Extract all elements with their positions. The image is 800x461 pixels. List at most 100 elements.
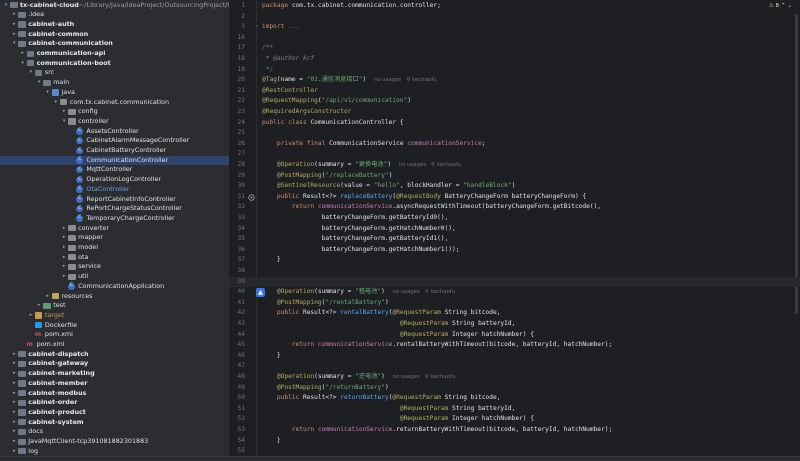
chevron-right-icon[interactable]: ▸ bbox=[61, 243, 67, 253]
tree-item[interactable]: ▸ service bbox=[0, 262, 229, 272]
chevron-right-icon[interactable]: ▸ bbox=[36, 301, 42, 311]
tree-item[interactable]: C OperationLogController bbox=[0, 175, 229, 185]
code-line[interactable]: 36 batteryChangeForm.getHatchNumber1()); bbox=[229, 245, 800, 256]
tree-item[interactable]: ▸ cabinet-gateway bbox=[0, 359, 229, 369]
code-line[interactable]: 52 @RequestParam Integer hatchNumber) { bbox=[229, 414, 800, 425]
code-line[interactable]: 42 public Result<?> rentalBattery(@Reque… bbox=[229, 308, 800, 319]
code-line[interactable]: 20 @Tag(name = "02.通信消息接口") no usages ⚲ k… bbox=[229, 75, 800, 86]
chevron-down-icon[interactable]: ▾ bbox=[61, 117, 67, 127]
tree-item[interactable]: ▾ communication-boot bbox=[0, 59, 229, 69]
chevron-down-icon[interactable]: ▾ bbox=[20, 59, 26, 69]
chevron-right-icon[interactable]: ▸ bbox=[11, 350, 17, 360]
tree-item[interactable]: ▸ cabinet-marketing bbox=[0, 369, 229, 379]
chevron-right-icon[interactable]: ▸ bbox=[61, 253, 67, 263]
tree-item[interactable]: ▸ cabinet-system bbox=[0, 418, 229, 428]
tree-item[interactable]: ▸ ota bbox=[0, 253, 229, 263]
tree-item[interactable]: C CabinetBatteryController bbox=[0, 146, 229, 156]
code-line[interactable]: 30 @SentinelResource(value = "hello", bl… bbox=[229, 181, 800, 192]
chevron-right-icon[interactable]: ▸ bbox=[61, 272, 67, 282]
tree-item[interactable]: ▸ model bbox=[0, 243, 229, 253]
code-line[interactable]: 16 bbox=[229, 33, 800, 44]
chevron-right-icon[interactable]: ▸ bbox=[11, 10, 17, 20]
tree-item[interactable]: C CabinetAlarmMessageController bbox=[0, 136, 229, 146]
tree-item[interactable]: ▸ cabinet-member bbox=[0, 379, 229, 389]
chevron-right-icon[interactable]: ▸ bbox=[11, 389, 17, 399]
code-line[interactable]: 35 batteryChangeForm.getBatteryId1(), bbox=[229, 234, 800, 245]
chevron-down-icon[interactable]: ▾ bbox=[45, 88, 51, 98]
chevron-right-icon[interactable]: ▸ bbox=[11, 398, 17, 408]
chevron-right-icon[interactable]: ▸ bbox=[61, 233, 67, 243]
tree-item[interactable]: ▸ JavaMqttClient-tcp391081882301883 bbox=[0, 437, 229, 447]
chevron-right-icon[interactable]: ▸ bbox=[11, 418, 17, 428]
chevron-down-icon[interactable]: ▾ bbox=[3, 1, 9, 11]
chevron-right-icon[interactable]: ▸ bbox=[11, 359, 17, 369]
code-line[interactable]: 28 @Operation(summary = "更换电池") no usage… bbox=[229, 160, 800, 171]
tree-item[interactable]: ▸ .idea bbox=[0, 10, 229, 20]
code-line[interactable]: 53 return communicationService.returnBat… bbox=[229, 425, 800, 436]
chevron-down-icon[interactable]: ▾ bbox=[53, 98, 59, 108]
tree-item[interactable]: ▸ converter bbox=[0, 224, 229, 234]
tree-item[interactable]: ▸ config bbox=[0, 107, 229, 117]
code-line[interactable]: 48 @Operation(summary = "还电池") no usages… bbox=[229, 372, 800, 383]
chevron-right-icon[interactable]: ▸ bbox=[61, 262, 67, 272]
code-line[interactable]: 49 @PostMapping("/returnBattery") bbox=[229, 383, 800, 394]
code-line[interactable]: 40 @Operation(summary = "租电池") no usages… bbox=[229, 287, 800, 298]
code-line[interactable]: 33 batteryChangeForm.getBatteryId0(), bbox=[229, 213, 800, 224]
tree-item[interactable]: ▸ test bbox=[0, 301, 229, 311]
tree-item[interactable]: ▾ controller bbox=[0, 117, 229, 127]
code-line[interactable]: 21 @RestController bbox=[229, 86, 800, 97]
tree-item[interactable]: ▾ src bbox=[0, 68, 229, 78]
code-line[interactable]: 19 */ bbox=[229, 65, 800, 76]
chevron-down-icon[interactable]: ▾ bbox=[11, 39, 17, 49]
tree-item[interactable]: ▾ main bbox=[0, 78, 229, 88]
code-line[interactable]: 39 bbox=[229, 276, 800, 288]
code-line[interactable]: 22 @RequestMapping("/api/v1/communication… bbox=[229, 96, 800, 107]
code-line[interactable]: 18 * @author kcf bbox=[229, 54, 800, 65]
code-line[interactable]: 32 return communicationService.asyncRequ… bbox=[229, 202, 800, 213]
tree-item[interactable]: C MqttController bbox=[0, 165, 229, 175]
chevron-right-icon[interactable]: ▸ bbox=[11, 20, 17, 30]
tree-item[interactable]: ▾ com.tx.cabinet.communication bbox=[0, 98, 229, 108]
tree-item[interactable]: ▾ cabinet-communication bbox=[0, 39, 229, 49]
code-line[interactable]: 23 @RequiredArgsConstructor bbox=[229, 107, 800, 118]
override-gutter-icon[interactable] bbox=[248, 194, 255, 201]
tree-item[interactable]: ▸ log bbox=[0, 447, 229, 457]
code-line[interactable]: 3 › import ... bbox=[229, 22, 800, 33]
tree-item[interactable]: C AssetsController bbox=[0, 127, 229, 137]
tree-item[interactable]: ▸ communication-api bbox=[0, 49, 229, 59]
chevron-right-icon[interactable]: ▸ bbox=[11, 437, 17, 447]
code-line[interactable]: 37 } bbox=[229, 255, 800, 266]
code-line[interactable]: 43 @RequestParam String batteryId, bbox=[229, 319, 800, 330]
tree-item[interactable]: ▸ mapper bbox=[0, 233, 229, 243]
code-line[interactable]: 29 @PostMapping("/replaceBattery") bbox=[229, 171, 800, 182]
fold-icon[interactable]: › bbox=[255, 22, 259, 33]
chevron-down-icon[interactable]: ▾ bbox=[28, 68, 34, 78]
tree-item[interactable]: C ReportCabinetInfoController bbox=[0, 195, 229, 205]
chevron-right-icon[interactable]: ▸ bbox=[20, 49, 26, 59]
tree-item[interactable]: ▸ cabinet-dispatch bbox=[0, 350, 229, 360]
code-line[interactable]: 2 bbox=[229, 12, 800, 23]
tree-item[interactable]: ▸ cabinet-auth bbox=[0, 20, 229, 30]
chevron-right-icon[interactable]: ▸ bbox=[11, 447, 17, 457]
code-line[interactable]: 17 /** bbox=[229, 43, 800, 54]
chevron-right-icon[interactable]: ▸ bbox=[11, 30, 17, 40]
tree-item[interactable]: C CommunicationController bbox=[0, 155, 229, 166]
tree-item[interactable]: Dockerfile bbox=[0, 321, 229, 331]
code-line[interactable]: 50 public Result<?> returnBattery(@Reque… bbox=[229, 393, 800, 404]
tree-item[interactable]: C OtaController bbox=[0, 185, 229, 195]
chevron-right-icon[interactable]: ▸ bbox=[61, 224, 67, 234]
chevron-right-icon[interactable]: ▸ bbox=[11, 369, 17, 379]
tree-item[interactable]: C CommunicationApplication bbox=[0, 282, 229, 292]
code-line[interactable]: 41 @PostMapping("/rentalBattery") bbox=[229, 298, 800, 309]
code-line[interactable]: 27 bbox=[229, 149, 800, 160]
chevron-right-icon[interactable]: ▸ bbox=[11, 427, 17, 437]
tree-item[interactable]: C RePortChargeStatusController bbox=[0, 204, 229, 214]
tree-item[interactable]: ▸ target bbox=[0, 311, 229, 321]
tree-item[interactable]: ▸ util bbox=[0, 272, 229, 282]
code-line[interactable]: 1 package com.tx.cabinet.communication.co… bbox=[229, 1, 800, 12]
tree-item[interactable]: ▸ resources bbox=[0, 292, 229, 302]
chevron-right-icon[interactable]: ▸ bbox=[45, 292, 51, 302]
code-line[interactable]: 44 @RequestParam Integer hatchNumber) { bbox=[229, 330, 800, 341]
chevron-down-icon[interactable]: ▾ bbox=[36, 78, 42, 88]
code-line[interactable]: 51 @RequestParam String batteryId, bbox=[229, 404, 800, 415]
